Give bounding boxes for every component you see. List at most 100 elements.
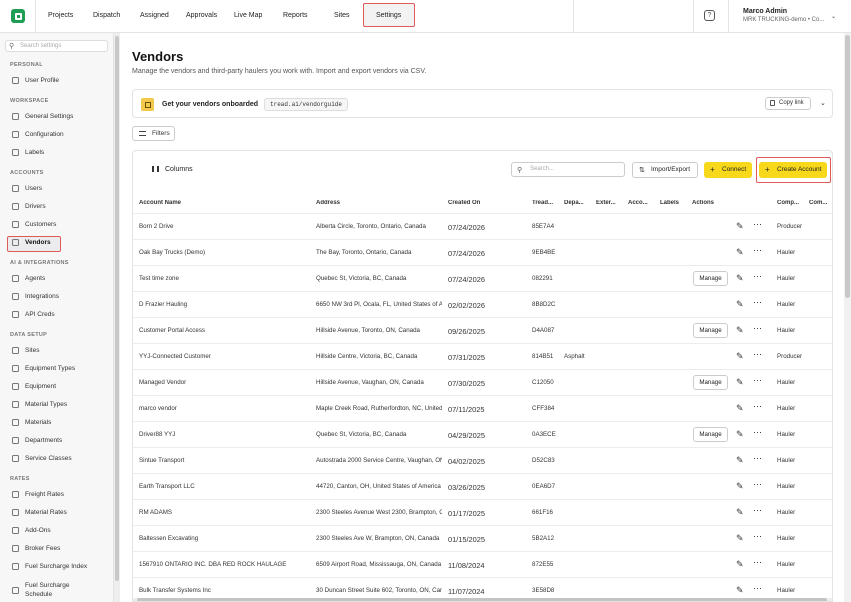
- column-header[interactable]: Com...: [809, 200, 832, 206]
- nav-assigned[interactable]: Assigned: [140, 12, 169, 19]
- chevron-down-icon[interactable]: ⌄: [820, 99, 826, 107]
- column-header[interactable]: Exter...: [596, 200, 624, 206]
- create-account-button[interactable]: + Create Account: [759, 162, 827, 178]
- sidebar-item-drivers[interactable]: Drivers: [12, 203, 46, 210]
- sidebar-item-labels[interactable]: Labels: [12, 149, 44, 156]
- edit-pencil-icon[interactable]: ✎: [736, 299, 744, 310]
- more-options-icon[interactable]: ⋯: [753, 401, 762, 412]
- user-organization[interactable]: MRK TRUCKING-demo • Co...: [743, 17, 824, 23]
- more-options-icon[interactable]: ⋯: [753, 531, 762, 542]
- sidebar-item-integrations[interactable]: Integrations: [12, 293, 59, 300]
- sidebar-item-material-rates[interactable]: Material Rates: [12, 509, 67, 516]
- sidebar-item-materials[interactable]: Materials: [12, 419, 51, 426]
- main-scrollbar[interactable]: [844, 33, 851, 602]
- more-options-icon[interactable]: ⋯: [753, 479, 762, 490]
- column-header[interactable]: Comp...: [777, 200, 807, 206]
- sidebar-item-configuration[interactable]: Configuration: [12, 131, 64, 138]
- sidebar-item-fuel-surcharge-index[interactable]: Fuel Surcharge Index: [12, 563, 87, 570]
- column-header[interactable]: Depa...: [564, 200, 592, 206]
- more-options-icon[interactable]: ⋯: [753, 427, 762, 438]
- filters-button[interactable]: Filters: [132, 126, 175, 141]
- edit-pencil-icon[interactable]: ✎: [736, 325, 744, 336]
- nav-dispatch[interactable]: Dispatch: [93, 12, 120, 19]
- nav-live-map[interactable]: Live Map: [234, 12, 262, 19]
- table-row[interactable]: Managed Vendor Hillside Avenue, Vaughan, …: [133, 369, 832, 395]
- import-export-button[interactable]: ⇅ Import/Export: [632, 162, 698, 178]
- table-row[interactable]: Earth Transport LLC 44720, Canton, OH, Un…: [133, 473, 832, 499]
- nav-projects[interactable]: Projects: [48, 12, 73, 19]
- more-options-icon[interactable]: ⋯: [753, 219, 762, 230]
- more-options-icon[interactable]: ⋯: [753, 375, 762, 386]
- column-header[interactable]: Tread...: [532, 200, 560, 206]
- table-row[interactable]: Sintue Transport Autostrada 2000 Service …: [133, 447, 832, 473]
- sidebar-item-departments[interactable]: Departments: [12, 437, 62, 444]
- edit-pencil-icon[interactable]: ✎: [736, 533, 744, 544]
- table-row[interactable]: Driver88 YYJ Quebec St, Victoria, BC, Can…: [133, 421, 832, 447]
- connect-button[interactable]: + Connect: [704, 162, 752, 178]
- chevron-down-icon[interactable]: ⌄: [831, 13, 836, 20]
- column-header[interactable]: Address: [316, 200, 441, 206]
- sidebar-item-general-settings[interactable]: General Settings: [12, 113, 73, 120]
- more-options-icon[interactable]: ⋯: [753, 557, 762, 568]
- copy-link-button[interactable]: Copy link: [765, 97, 811, 110]
- sidebar-item-user-profile[interactable]: User Profile: [12, 77, 59, 84]
- sidebar-item-users[interactable]: Users: [12, 185, 42, 192]
- column-header[interactable]: Actions: [692, 200, 752, 206]
- sidebar-item-customers[interactable]: Customers: [12, 221, 56, 228]
- edit-pencil-icon[interactable]: ✎: [736, 507, 744, 518]
- edit-pencil-icon[interactable]: ✎: [736, 585, 744, 596]
- edit-pencil-icon[interactable]: ✎: [736, 429, 744, 440]
- sidebar-item-sites[interactable]: Sites: [12, 347, 39, 354]
- more-options-icon[interactable]: ⋯: [753, 297, 762, 308]
- table-row[interactable]: RM ADAMS 2300 Steeles Avenue West 2300, B…: [133, 499, 832, 525]
- user-name[interactable]: Marco Admin: [743, 8, 787, 15]
- help-icon[interactable]: ?: [704, 10, 715, 21]
- edit-pencil-icon[interactable]: ✎: [736, 455, 744, 466]
- vendor-guide-link[interactable]: tread.ai/vendorguide: [264, 98, 349, 111]
- table-row[interactable]: Test time zone Quebec St, Victoria, BC, C…: [133, 265, 832, 291]
- table-search-input[interactable]: ⚲ Search...: [511, 162, 625, 177]
- edit-pencil-icon[interactable]: ✎: [736, 481, 744, 492]
- horizontal-scrollbar[interactable]: [133, 598, 832, 601]
- table-row[interactable]: Born 2 Drive Alberta Circle, Toronto, Ont…: [133, 213, 832, 239]
- nav-reports[interactable]: Reports: [283, 12, 308, 19]
- more-options-icon[interactable]: ⋯: [753, 583, 762, 594]
- edit-pencil-icon[interactable]: ✎: [736, 351, 744, 362]
- nav-settings[interactable]: Settings: [376, 12, 401, 19]
- manage-button[interactable]: Manage: [693, 375, 728, 390]
- edit-pencil-icon[interactable]: ✎: [736, 247, 744, 258]
- column-header[interactable]: Acco...: [628, 200, 656, 206]
- sidebar-item-agents[interactable]: Agents: [12, 275, 45, 282]
- more-options-icon[interactable]: ⋯: [753, 271, 762, 282]
- table-row[interactable]: 1567910 ONTARIO INC. DBA RED ROCK HAULAG…: [133, 551, 832, 577]
- manage-button[interactable]: Manage: [693, 323, 728, 338]
- columns-button[interactable]: Columns: [152, 166, 193, 173]
- sidebar-item-add-ons[interactable]: Add-Ons: [12, 527, 51, 534]
- sidebar-item-service-classes[interactable]: Service Classes: [12, 455, 72, 462]
- manage-button[interactable]: Manage: [693, 427, 728, 442]
- more-options-icon[interactable]: ⋯: [753, 453, 762, 464]
- nav-approvals[interactable]: Approvals: [186, 12, 217, 19]
- sidebar-item-equipment-types[interactable]: Equipment Types: [12, 365, 75, 372]
- table-row[interactable]: YYJ-Connected Customer Hillside Centre, V…: [133, 343, 832, 369]
- settings-search-input[interactable]: ⚲ Search settings: [5, 40, 108, 52]
- edit-pencil-icon[interactable]: ✎: [736, 559, 744, 570]
- sidebar-item-vendors[interactable]: Vendors: [12, 239, 51, 246]
- column-header[interactable]: Labels: [660, 200, 688, 206]
- more-options-icon[interactable]: ⋯: [753, 505, 762, 516]
- sidebar-item-freight-rates[interactable]: Freight Rates: [12, 491, 64, 498]
- more-options-icon[interactable]: ⋯: [753, 349, 762, 360]
- nav-sites[interactable]: Sites: [334, 12, 350, 19]
- column-header[interactable]: Created On: [448, 200, 528, 206]
- table-row[interactable]: Customer Portal Access Hillside Avenue, T…: [133, 317, 832, 343]
- table-row[interactable]: marco vendor Maple Creek Road, Rutherford…: [133, 395, 832, 421]
- sidebar-item-material-types[interactable]: Material Types: [12, 401, 67, 408]
- sidebar-scrollbar[interactable]: [114, 33, 120, 602]
- more-options-icon[interactable]: ⋯: [753, 245, 762, 256]
- table-row[interactable]: Baltessen Excavating 2300 Steeles Ave W, …: [133, 525, 832, 551]
- edit-pencil-icon[interactable]: ✎: [736, 221, 744, 232]
- edit-pencil-icon[interactable]: ✎: [736, 377, 744, 388]
- table-row[interactable]: Oak Bay Trucks (Demo) The Bay, Toronto, O…: [133, 239, 832, 265]
- table-row[interactable]: D Frazier Hauling 6650 NW 3rd Pl, Ocala, …: [133, 291, 832, 317]
- sidebar-item-broker-fees[interactable]: Broker Fees: [12, 545, 60, 552]
